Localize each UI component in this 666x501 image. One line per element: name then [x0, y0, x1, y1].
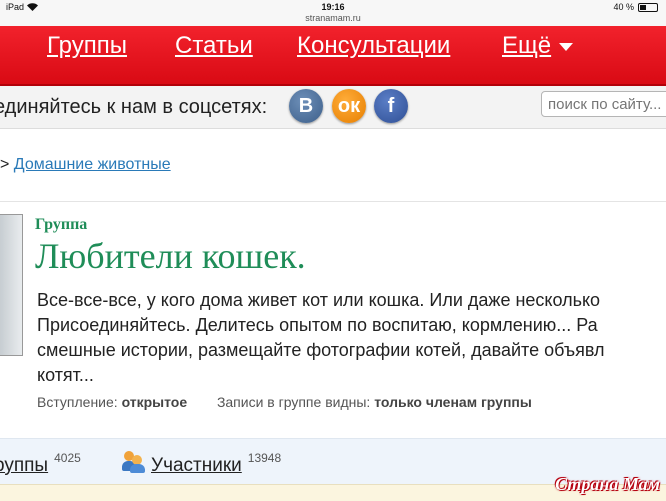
entry-value: открытое [121, 394, 188, 410]
group-type-label: Группа [35, 216, 88, 233]
tab-members-count: 13948 [247, 451, 282, 465]
entry-label: Вступление: [37, 394, 118, 410]
nav-more[interactable]: Ещё [502, 32, 574, 60]
visibility-value: только членам группы [374, 394, 532, 410]
nav-articles[interactable]: Статьи [175, 32, 253, 60]
group-title: Любители кошек. [35, 236, 306, 276]
tab-groups[interactable]: руппы 4025 [0, 451, 81, 477]
status-time: 19:16 [321, 2, 345, 12]
description-line: Все-все-все, у кого дома живет кот или к… [37, 290, 601, 310]
tab-members[interactable]: Участники 13948 [151, 451, 281, 477]
description-line: котят... [37, 365, 94, 385]
breadcrumb-separator: > [0, 156, 10, 173]
nav-consultations[interactable]: Консультации [297, 32, 450, 60]
group-meta: Вступление: открытое Записи в группе вид… [37, 394, 532, 410]
odnoklassniki-icon[interactable]: ок [332, 89, 366, 123]
group-header: Группа Любители кошек. Все-все-все, у ко… [0, 201, 666, 439]
main-nav: Группы Статьи Консультации Ещё [0, 26, 666, 86]
group-avatar[interactable] [0, 214, 23, 356]
site-watermark: Страна Мам [555, 474, 660, 494]
tab-groups-count: 4025 [54, 451, 81, 465]
status-right: 40 % [613, 2, 658, 12]
status-bar: iPad 19:16 stranamam.ru 40 % [0, 0, 666, 26]
nav-more-label: Ещё [502, 32, 552, 59]
caret-down-icon [559, 42, 574, 51]
tab-members-label: Участники [151, 455, 242, 476]
social-bar: единяйтесь к нам в соцсетях: В ок f [0, 86, 666, 129]
social-join-text: единяйтесь к нам в соцсетях: [0, 96, 268, 118]
facebook-icon[interactable]: f [374, 89, 408, 123]
nav-groups[interactable]: Группы [47, 32, 127, 60]
battery-icon [638, 2, 658, 12]
vk-icon[interactable]: В [289, 89, 323, 123]
users-icon [122, 449, 146, 473]
group-description: Все-все-все, у кого дома живет кот или к… [37, 288, 666, 388]
address-bar-url[interactable]: stranamam.ru [0, 13, 666, 23]
description-line: Присоединяйтесь. Делитесь опытом по восп… [37, 315, 598, 335]
breadcrumb: > Домашние животные [0, 156, 171, 174]
tab-groups-label: руппы [0, 455, 49, 476]
search-input[interactable] [541, 91, 666, 117]
visibility-label: Записи в группе видны: [216, 394, 371, 410]
description-line: смешные истории, размещайте фотографии к… [37, 340, 605, 360]
breadcrumb-link-pets[interactable]: Домашние животные [14, 156, 171, 173]
battery-percent: 40 % [613, 2, 634, 12]
